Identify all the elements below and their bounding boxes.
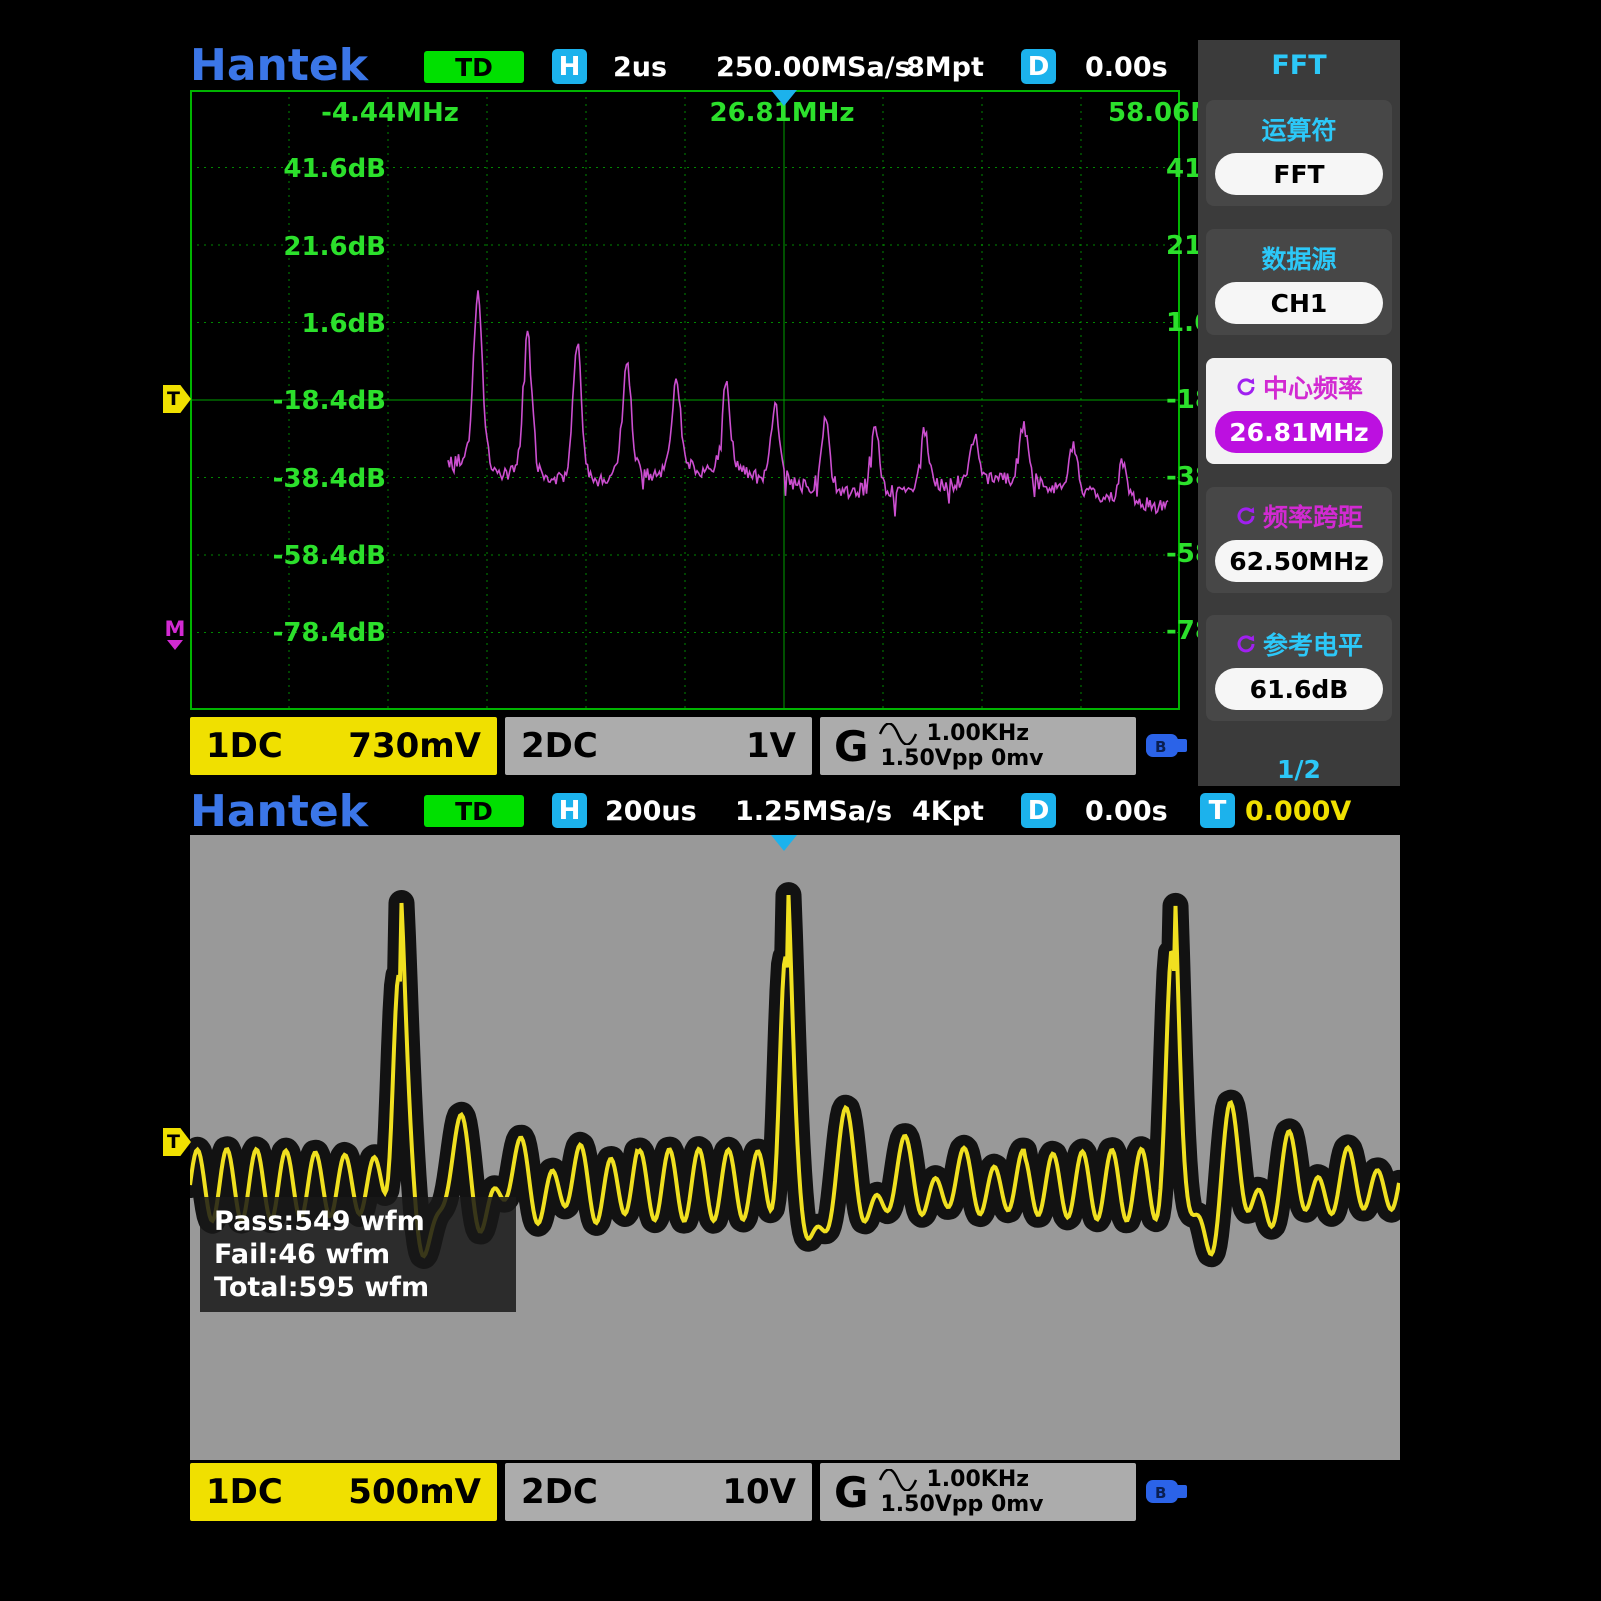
svg-text:B: B xyxy=(1155,738,1166,756)
menu-item-value[interactable]: 61.6dB xyxy=(1215,668,1383,710)
timebase-readout: 2us xyxy=(613,52,667,83)
db-axis-label: 41.6dB xyxy=(226,154,386,184)
trigger-icon: T xyxy=(1200,793,1235,828)
usb-icon: B xyxy=(1143,726,1191,766)
delay-icon: D xyxy=(1021,793,1056,828)
menu-page-indicator: 1/2 xyxy=(1198,755,1400,784)
menu-item-reference-level[interactable]: 参考电平 61.6dB xyxy=(1206,615,1392,721)
horizontal-icon: H xyxy=(552,793,587,828)
trigger-position-marker[interactable] xyxy=(771,90,797,106)
brand-logo: Hantek xyxy=(190,786,368,837)
trigger-level-readout: 0.000V xyxy=(1245,796,1351,827)
freq-start-label: -4.44MHz xyxy=(290,98,490,128)
ch2-label: 2DC xyxy=(521,726,598,766)
trigger-level-marker[interactable]: T xyxy=(163,1128,191,1156)
horizontal-icon: H xyxy=(552,49,587,84)
delay-readout: 0.00s xyxy=(1085,796,1168,827)
fft-display-area: -4.44MHz 26.81MHz 41.6dB 21.6dB 1.6dB -1… xyxy=(190,90,1180,710)
menu-item-value[interactable]: FFT xyxy=(1215,153,1383,195)
generator-label: G xyxy=(834,722,868,771)
trigger-position-marker[interactable] xyxy=(771,835,797,851)
menu-item-value[interactable]: 26.81MHz xyxy=(1215,411,1383,453)
db-axis-label: -38.4dB xyxy=(226,464,386,494)
ch1-scale: 730mV xyxy=(348,726,481,766)
rotate-knob-icon xyxy=(1235,633,1257,655)
db-axis-label: -58.4dB xyxy=(226,541,386,571)
waveform-plot xyxy=(190,835,1400,1460)
delay-icon: D xyxy=(1021,49,1056,84)
math-channel-marker[interactable]: M xyxy=(162,618,188,650)
sample-rate-readout: 250.00MSa/s xyxy=(716,52,911,83)
ch2-scale: 1V xyxy=(746,726,796,766)
rotate-knob-icon xyxy=(1235,505,1257,527)
ch1-scale: 500mV xyxy=(348,1472,481,1512)
memory-depth-readout: 8Mpt xyxy=(906,52,984,83)
ch2-badge[interactable]: 2DC 10V xyxy=(505,1463,812,1521)
menu-item-value[interactable]: CH1 xyxy=(1215,282,1383,324)
db-axis-label: 1.6dB xyxy=(226,309,386,339)
generator-frequency: 1.00KHz xyxy=(926,1467,1029,1492)
fail-count: Fail:46 wfm xyxy=(214,1238,502,1271)
generator-frequency: 1.00KHz xyxy=(926,721,1029,746)
db-axis-label: -18.4dB xyxy=(226,386,386,416)
ch1-badge[interactable]: 1DC 730mV xyxy=(190,717,497,775)
menu-item-label: 频率跨距 xyxy=(1263,498,1363,534)
sample-rate-readout: 1.25MSa/s xyxy=(735,796,892,827)
menu-item-label: 运算符 xyxy=(1261,111,1336,147)
math-channel-label: M xyxy=(165,618,186,640)
generator-amplitude: 1.50Vpp 0mv xyxy=(878,746,1043,771)
svg-text:B: B xyxy=(1155,1484,1166,1502)
delay-readout: 0.00s xyxy=(1085,52,1168,83)
trigger-level-marker[interactable]: T xyxy=(163,385,191,413)
menu-item-frequency-span[interactable]: 频率跨距 62.50MHz xyxy=(1206,487,1392,593)
fft-menu-sidebar: FFT 运算符 FFT 数据源 CH1 中心频率 26.81MHz 频率跨距 xyxy=(1198,40,1400,786)
menu-item-label: 数据源 xyxy=(1261,240,1336,276)
timebase-readout: 200us xyxy=(605,796,697,827)
menu-item-center-frequency[interactable]: 中心频率 26.81MHz xyxy=(1206,358,1392,464)
menu-item-operator[interactable]: 运算符 FFT xyxy=(1206,100,1392,206)
rotate-knob-icon xyxy=(1235,376,1257,398)
menu-item-source[interactable]: 数据源 CH1 xyxy=(1206,229,1392,335)
generator-label: G xyxy=(834,1468,868,1517)
ch1-badge[interactable]: 1DC 500mV xyxy=(190,1463,497,1521)
ch2-scale: 10V xyxy=(722,1472,796,1512)
menu-item-label: 中心频率 xyxy=(1263,369,1363,405)
brand-logo: Hantek xyxy=(190,40,368,91)
menu-title: FFT xyxy=(1198,50,1400,81)
ch1-label: 1DC xyxy=(206,726,283,766)
ch1-label: 1DC xyxy=(206,1472,283,1512)
sine-wave-icon xyxy=(878,1469,918,1491)
db-axis-label: -78.4dB xyxy=(226,618,386,648)
menu-item-value[interactable]: 62.50MHz xyxy=(1215,540,1383,582)
pass-fail-stats: Pass:549 wfm Fail:46 wfm Total:595 wfm xyxy=(200,1197,516,1312)
generator-badge[interactable]: G 1.00KHz 1.50Vpp 0mv xyxy=(820,1463,1136,1521)
generator-badge[interactable]: G 1.00KHz 1.50Vpp 0mv xyxy=(820,717,1136,775)
total-count: Total:595 wfm xyxy=(214,1271,502,1304)
memory-depth-readout: 4Kpt xyxy=(912,796,984,827)
menu-item-label: 参考电平 xyxy=(1263,626,1363,662)
acquire-mode-badge: TD xyxy=(424,51,524,83)
db-axis-label: 21.6dB xyxy=(226,232,386,262)
acquire-mode-badge: TD xyxy=(424,795,524,827)
usb-icon: B xyxy=(1143,1472,1191,1512)
down-arrow-icon xyxy=(167,640,183,650)
waveform-display-area: Pass:549 wfm Fail:46 wfm Total:595 wfm xyxy=(190,835,1400,1460)
pass-count: Pass:549 wfm xyxy=(214,1205,502,1238)
ch2-badge[interactable]: 2DC 1V xyxy=(505,717,812,775)
generator-amplitude: 1.50Vpp 0mv xyxy=(878,1492,1043,1517)
sine-wave-icon xyxy=(878,723,918,745)
ch2-label: 2DC xyxy=(521,1472,598,1512)
